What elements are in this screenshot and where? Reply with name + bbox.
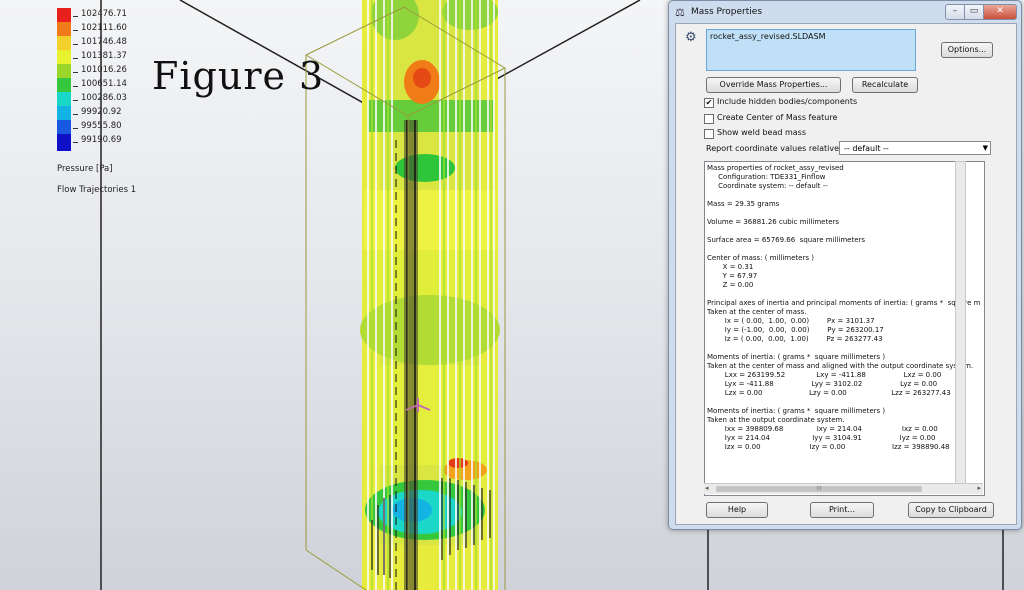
legend-tick (73, 72, 78, 73)
legend-value: 101381.37 (81, 51, 127, 61)
legend-value: 101016.26 (81, 65, 127, 75)
vertical-scrollbar[interactable] (955, 161, 966, 494)
legend-tick (73, 86, 78, 87)
legend-value: 101746.48 (81, 37, 127, 47)
results-line: Ix = ( 0.00, 1.00, 0.00) Px = 3101.37 (707, 317, 875, 325)
dialog-client-area: ⚙ rocket_assy_revised.SLDASM Options... … (675, 23, 1017, 525)
legend-value: 99190.69 (81, 135, 122, 145)
legend-value: 99920.92 (81, 107, 122, 117)
copy-to-clipboard-button[interactable]: Copy to Clipboard (908, 502, 994, 518)
results-line: Mass properties of rocket_assy_revised (707, 164, 844, 172)
results-line: X = 0.31 (707, 263, 754, 271)
results-line (707, 191, 981, 200)
results-line: Moments of inertia: ( grams * square mil… (707, 353, 886, 361)
results-line (707, 290, 981, 299)
results-line: Lzx = 0.00 Lzy = 0.00 Lzz = 263277.43 (707, 389, 951, 397)
override-mass-properties-button[interactable]: Override Mass Properties... (706, 77, 841, 93)
dialog-titlebar[interactable]: ⚖ Mass Properties – ▭ ✕ (669, 1, 1021, 25)
figure-caption: Figure 3 (152, 54, 325, 98)
results-line: Z = 0.00 (707, 281, 754, 289)
legend-value: 102476.71 (81, 9, 127, 19)
coordinate-system-label: Report coordinate values relative to: (706, 144, 853, 153)
assembly-icon: ⚙ (685, 30, 697, 45)
scroll-thumb[interactable]: III (716, 486, 922, 492)
recalculate-button[interactable]: Recalculate (852, 77, 918, 93)
checkbox-label: Create Center of Mass feature (717, 113, 838, 122)
results-line: Iy = (-1.00, 0.00, 0.00) Py = 263200.17 (707, 326, 884, 334)
results-line: Taken at the output coordinate system. (707, 416, 845, 424)
dialog-title: Mass Properties (691, 7, 763, 17)
results-line (707, 209, 981, 218)
results-line: Lyx = -411.88 Lyy = 3102.02 Lyz = 0.00 (707, 380, 938, 388)
chevron-down-icon: ▼ (982, 144, 988, 152)
legend-row: 99190.69 (57, 134, 187, 151)
results-line (707, 245, 981, 254)
flow-trajectories-label: Flow Trajectories 1 (57, 185, 137, 195)
checkbox-box[interactable] (704, 114, 714, 124)
results-line: Moments of inertia: ( grams * square mil… (707, 407, 886, 415)
results-line: Y = 67.97 (707, 272, 758, 280)
legend-tick (73, 128, 78, 129)
options-button[interactable]: Options... (941, 42, 993, 58)
coordinate-system-select[interactable]: -- default -- ▼ (839, 141, 991, 155)
minimize-button[interactable]: – (945, 4, 965, 20)
results-line: Principal axes of inertia and principal … (707, 299, 981, 307)
checkbox-label: Show weld bead mass (717, 128, 806, 137)
maximize-button[interactable]: ▭ (964, 4, 984, 20)
results-line: Iyx = 214.04 Iyy = 3104.91 Iyz = 0.00 (707, 434, 936, 442)
results-line: Izx = 0.00 Izy = 0.00 Izz = 398890.48 (707, 443, 950, 451)
results-line: Mass = 29.35 grams (707, 200, 780, 208)
selected-file-name: rocket_assy_revised.SLDASM (710, 32, 826, 41)
coordinate-system-value: -- default -- (844, 144, 889, 153)
legend-tick (73, 58, 78, 59)
selected-items-box[interactable]: rocket_assy_revised.SLDASM (706, 29, 916, 71)
checkbox-box[interactable] (704, 129, 714, 139)
close-button[interactable]: ✕ (983, 4, 1017, 20)
results-line: Iz = ( 0.00, 0.00, 1.00) Pz = 263277.43 (707, 335, 883, 343)
scale-icon: ⚖ (675, 6, 685, 19)
legend-tick (73, 16, 78, 17)
results-line: Taken at the center of mass. (707, 308, 807, 316)
scroll-left-icon[interactable]: ◂ (705, 484, 709, 492)
results-line (707, 398, 981, 407)
results-line: Surface area = 65769.66 square millimete… (707, 236, 866, 244)
legend-value: 99555.80 (81, 121, 122, 131)
checkbox-box[interactable]: ✔ (704, 98, 714, 108)
legend-tick (73, 100, 78, 101)
legend-value: 100651.14 (81, 79, 127, 89)
results-line (707, 227, 981, 236)
legend-value: 102111.60 (81, 23, 127, 33)
horizontal-scrollbar[interactable]: ◂ III ▸ (704, 483, 983, 494)
results-text: Mass properties of rocket_assy_revised C… (707, 164, 981, 482)
results-line: Configuration: TDE331_Finflow (707, 173, 826, 181)
results-line: Coordinate system: -- default -- (707, 182, 828, 190)
results-line: Center of mass: ( millimeters ) (707, 254, 814, 262)
legend-tick (73, 30, 78, 31)
legend-tick (73, 114, 78, 115)
legend-tick (73, 44, 78, 45)
results-line (707, 344, 981, 353)
results-line: Volume = 36881.26 cubic millimeters (707, 218, 840, 226)
checkbox-label: Include hidden bodies/components (717, 97, 858, 106)
scroll-right-icon[interactable]: ▸ (977, 484, 981, 492)
results-line: Lxx = 263199.52 Lxy = -411.88 Lxz = 0.00 (707, 371, 942, 379)
help-button[interactable]: Help (706, 502, 768, 518)
mass-properties-results[interactable]: Mass properties of rocket_assy_revised C… (704, 161, 985, 496)
mass-properties-dialog: ⚖ Mass Properties – ▭ ✕ ⚙ rocket_assy_re… (668, 0, 1022, 530)
results-line: Ixx = 398809.68 Ixy = 214.04 Ixz = 0.00 (707, 425, 938, 433)
legend-swatch (57, 134, 71, 151)
print-button[interactable]: Print... (810, 502, 874, 518)
results-line: Taken at the center of mass and aligned … (707, 362, 974, 370)
legend-title: Pressure [Pa] (57, 164, 113, 174)
legend-tick (73, 142, 78, 143)
legend-value: 100286.03 (81, 93, 127, 103)
